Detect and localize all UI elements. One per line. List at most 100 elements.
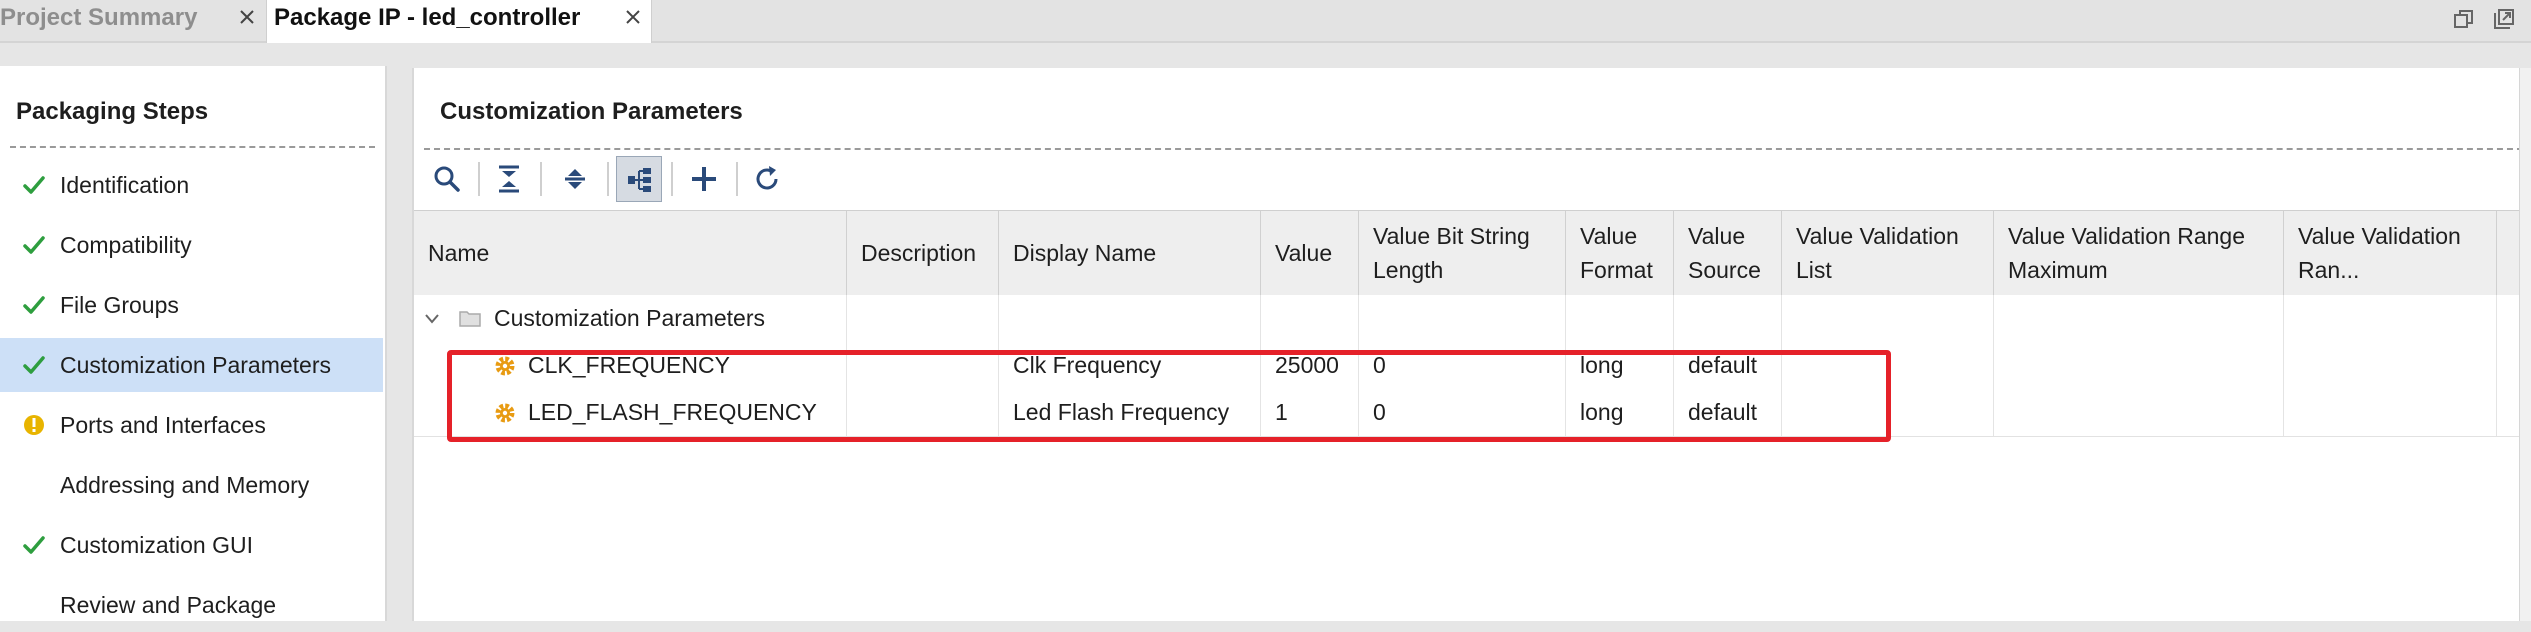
toolbar-separator bbox=[736, 162, 738, 196]
step-addressing-and-memory[interactable]: Addressing and Memory bbox=[0, 458, 383, 512]
column-header-value[interactable]: Value bbox=[1261, 211, 1359, 295]
table-cell[interactable]: default bbox=[1674, 342, 1782, 389]
column-label: Value Validation Range Maximum bbox=[2008, 223, 2245, 283]
column-label: Value Bit String Length bbox=[1373, 223, 1530, 283]
column-label: Value Format bbox=[1580, 223, 1653, 283]
column-label: Value Source bbox=[1688, 223, 1761, 283]
toolbar-separator bbox=[607, 162, 609, 196]
column-header-description[interactable]: Description bbox=[847, 211, 999, 295]
maximize-window-icon[interactable] bbox=[2492, 7, 2516, 31]
table-cell[interactable] bbox=[1782, 389, 1994, 436]
table-cell[interactable]: 0 bbox=[1359, 342, 1566, 389]
refresh-icon bbox=[756, 166, 778, 190]
table-cell bbox=[1674, 295, 1782, 342]
expand-all-button[interactable] bbox=[552, 156, 598, 202]
step-label: Addressing and Memory bbox=[60, 472, 310, 498]
table-cell[interactable]: 25000 bbox=[1261, 342, 1359, 389]
toolbar-separator bbox=[478, 162, 480, 196]
table-cell bbox=[999, 295, 1261, 342]
column-label: Value bbox=[1275, 240, 1333, 266]
search-button[interactable] bbox=[424, 156, 470, 202]
table-row[interactable]: CLK_FREQUENCY Clk Frequency 25000 0 long… bbox=[414, 342, 2531, 390]
tab-label: Package IP - led_controller bbox=[274, 4, 581, 31]
step-customization-parameters[interactable]: Customization Parameters bbox=[0, 338, 383, 392]
parameters-table: Name Description Display Name Value Valu… bbox=[414, 210, 2531, 621]
table-cell[interactable]: long bbox=[1566, 342, 1674, 389]
step-compatibility[interactable]: Compatibility bbox=[0, 218, 383, 272]
column-label: Display Name bbox=[1013, 240, 1157, 266]
table-cell[interactable] bbox=[847, 342, 999, 389]
table-cell[interactable]: 0 bbox=[1359, 389, 1566, 436]
table-cell[interactable] bbox=[1782, 342, 1994, 389]
tab-project-summary[interactable]: Project Summary bbox=[0, 0, 265, 41]
column-header-value-source[interactable]: Value Source bbox=[1674, 211, 1782, 295]
vertical-scrollbar[interactable] bbox=[2519, 68, 2531, 621]
checkmark-icon bbox=[23, 236, 45, 254]
warning-icon bbox=[24, 415, 44, 435]
column-label: Value Validation Ran... bbox=[2298, 223, 2461, 283]
tab-package-ip[interactable]: Package IP - led_controller bbox=[266, 0, 652, 43]
step-label: Ports and Interfaces bbox=[60, 412, 266, 438]
table-cell: LED_FLASH_FREQUENCY bbox=[414, 389, 847, 436]
packaging-steps-title: Packaging Steps bbox=[16, 98, 209, 125]
column-header-bit-string-length[interactable]: Value Bit String Length bbox=[1359, 211, 1566, 295]
checkmark-icon bbox=[23, 536, 45, 554]
table-cell[interactable]: Led Flash Frequency bbox=[999, 389, 1261, 436]
restore-window-icon[interactable] bbox=[2452, 7, 2476, 31]
step-label: Review and Package bbox=[60, 592, 277, 618]
column-header-name[interactable]: Name bbox=[414, 211, 847, 295]
table-cell bbox=[1782, 295, 1994, 342]
param-name: LED_FLASH_FREQUENCY bbox=[528, 399, 817, 425]
table-cell[interactable] bbox=[847, 389, 999, 436]
table-row[interactable]: LED_FLASH_FREQUENCY Led Flash Frequency … bbox=[414, 389, 2531, 437]
table-cell[interactable] bbox=[2284, 342, 2497, 389]
step-label: Customization GUI bbox=[60, 532, 254, 558]
tab-label: Project Summary bbox=[0, 4, 198, 31]
table-cell bbox=[1994, 295, 2284, 342]
checkmark-icon bbox=[23, 176, 45, 194]
packaging-steps-panel: Packaging Steps Identification Compatibi… bbox=[0, 66, 387, 621]
table-cell[interactable] bbox=[2284, 389, 2497, 436]
step-label: Customization Parameters bbox=[60, 352, 331, 378]
refresh-button[interactable] bbox=[744, 156, 790, 202]
column-header-range-maximum[interactable]: Value Validation Range Maximum bbox=[1994, 211, 2284, 295]
table-cell[interactable]: 1 bbox=[1261, 389, 1359, 436]
table-cell: CLK_FREQUENCY bbox=[414, 342, 847, 389]
table-cell[interactable] bbox=[1994, 342, 2284, 389]
hierarchy-icon bbox=[628, 168, 651, 192]
table-group-row[interactable]: Customization Parameters bbox=[414, 295, 2531, 343]
column-header-range-minimum[interactable]: Value Validation Ran... bbox=[2284, 211, 2497, 295]
editor-tab-bar: Project Summary Package IP - led_control… bbox=[0, 0, 2531, 43]
table-cell[interactable] bbox=[1994, 389, 2284, 436]
column-header-value-format[interactable]: Value Format bbox=[1566, 211, 1674, 295]
table-cell[interactable]: default bbox=[1674, 389, 1782, 436]
collapse-all-button[interactable] bbox=[486, 156, 532, 202]
column-header-display-name[interactable]: Display Name bbox=[999, 211, 1261, 295]
step-file-groups[interactable]: File Groups bbox=[0, 278, 383, 332]
toolbar-separator bbox=[540, 162, 542, 196]
table-header: Name Description Display Name Value Valu… bbox=[414, 210, 2531, 296]
step-customization-gui[interactable]: Customization GUI bbox=[0, 518, 383, 572]
column-header-validation-list[interactable]: Value Validation List bbox=[1782, 211, 1994, 295]
chevron-down-icon[interactable] bbox=[424, 312, 440, 326]
expand-all-icon bbox=[565, 169, 585, 189]
close-icon[interactable] bbox=[236, 6, 258, 28]
column-label: Value Validation List bbox=[1796, 223, 1959, 283]
plus-icon bbox=[692, 167, 716, 191]
step-label: Compatibility bbox=[60, 232, 192, 258]
step-label: File Groups bbox=[60, 292, 179, 318]
group-label: Customization Parameters bbox=[494, 305, 765, 331]
close-icon[interactable] bbox=[622, 6, 644, 28]
step-label: Identification bbox=[60, 172, 190, 198]
add-parameter-button[interactable] bbox=[681, 156, 727, 202]
group-by-hierarchy-button[interactable] bbox=[616, 156, 662, 202]
column-label: Description bbox=[861, 240, 977, 266]
table-cell[interactable]: long bbox=[1566, 389, 1674, 436]
step-identification[interactable]: Identification bbox=[0, 158, 383, 212]
step-ports-and-interfaces[interactable]: Ports and Interfaces bbox=[0, 398, 383, 452]
table-cell[interactable]: Clk Frequency bbox=[999, 342, 1261, 389]
step-review-and-package[interactable]: Review and Package bbox=[0, 578, 383, 632]
table-cell bbox=[847, 295, 999, 342]
table-cell bbox=[1359, 295, 1566, 342]
toolbar-separator bbox=[671, 162, 673, 196]
